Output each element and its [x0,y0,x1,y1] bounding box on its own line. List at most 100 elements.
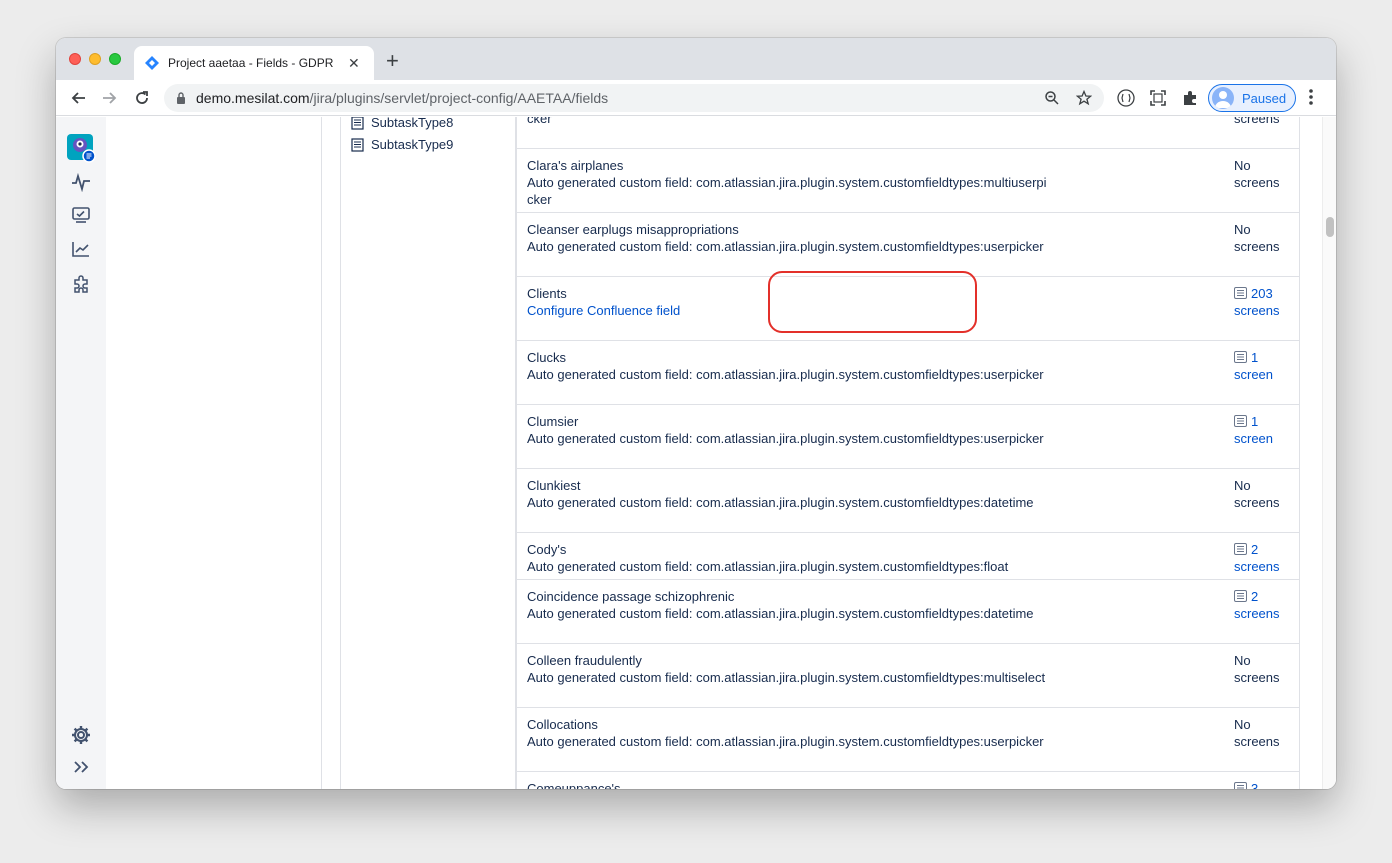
field-description: Auto generated custom field: com.atlassi… [527,670,1046,685]
back-button[interactable] [67,87,89,109]
new-tab-button[interactable]: + [386,50,399,72]
jira-favicon-icon [144,55,160,71]
field-name: Clumsier [527,414,579,429]
field-description: Auto generated custom field: com.atlassi… [527,734,1044,749]
bookmark-star-icon[interactable] [1075,89,1093,111]
maximize-window-button[interactable] [109,53,121,65]
field-description: Auto generated custom field: com.atlassi… [527,367,1044,382]
field-description: Auto generated custom field: com.atlassi… [527,431,1044,446]
field-row: Comeuppance's 3 [517,772,1299,789]
profile-button[interactable]: Paused [1208,84,1296,112]
browser-tab-active[interactable]: Project aaetaa - Fields - GDPR ✕ [134,46,374,80]
address-bar[interactable]: demo.mesilat.com/jira/plugins/servlet/pr… [164,84,1104,112]
field-screens: No screens [1234,717,1280,749]
field-description: Auto generated custom field: com.atlassi… [527,606,1034,621]
document-icon [351,117,364,130]
field-name: Clucks [527,350,567,365]
field-row: Collocations Auto generated custom field… [517,708,1299,772]
issue-type-item[interactable]: SubtaskType9 [351,137,453,152]
profile-status-label: Paused [1242,90,1287,106]
avatar-icon [1212,87,1234,109]
settings-gear-icon[interactable] [70,724,92,746]
field-name: Cleanser earplugs misappropriations [527,222,739,237]
issue-type-label: SubtaskType8 [371,117,454,130]
field-name: Coincidence passage schizophrenic [527,589,735,604]
field-row: Clara's airplanes Auto generated custom … [517,149,1299,213]
issue-type-label: SubtaskType9 [371,137,454,152]
extensions-puzzle-icon[interactable] [1180,88,1200,108]
addons-puzzle-icon[interactable] [70,273,92,295]
field-description: Auto generated custom field: com.atlassi… [527,495,1034,510]
field-screens-link[interactable]: 203 screens [1234,285,1294,319]
extension-circle-icon[interactable] [1116,88,1136,108]
tab-strip: Project aaetaa - Fields - GDPR ✕ + [56,38,1336,80]
forward-arrow-icon [103,92,117,104]
tab-title: Project aaetaa - Fields - GDPR [168,56,334,70]
field-screens-link[interactable]: 3 [1234,780,1294,789]
browser-menu-icon[interactable] [1308,88,1314,111]
board-icon[interactable] [70,204,92,226]
activity-pulse-icon[interactable] [70,171,92,193]
fields-main-area: SubtaskType8 SubtaskType9 Auto generated… [322,117,1322,789]
page-scrollbar[interactable] [1322,117,1336,789]
reload-icon [136,91,148,104]
field-screens: No screens [1234,222,1280,254]
field-screens-link[interactable]: 1 screen [1234,413,1294,447]
screen-icon [1234,415,1247,427]
issue-type-item[interactable]: SubtaskType8 [351,117,453,130]
field-row: Clucks Auto generated custom field: com.… [517,341,1299,405]
zoom-icon[interactable] [1044,90,1060,111]
forward-button[interactable] [99,87,121,109]
lock-icon [177,92,185,104]
browser-window: Project aaetaa - Fields - GDPR ✕ + demo.… [56,38,1336,789]
screen-icon [1234,543,1247,555]
field-description: Auto generated custom field: com.atlassi… [527,117,552,126]
field-name: Colleen fraudulently [527,653,642,668]
project-sidebar [106,117,322,789]
field-name: Comeuppance's [527,781,621,789]
document-icon [351,137,364,152]
field-row: Coincidence passage schizophrenic Auto g… [517,580,1299,644]
annotation-highlight-circle [768,271,977,333]
field-screens-link[interactable]: 1 screen [1234,349,1294,383]
screen-icon [1234,351,1247,363]
tab-close-icon[interactable]: ✕ [348,55,360,72]
field-screens-link[interactable]: 2 screens [1234,541,1294,575]
page-content: SubtaskType8 SubtaskType9 Auto generated… [56,117,1336,789]
screen-icon [1234,782,1247,789]
minimize-window-button[interactable] [89,53,101,65]
field-row: Cody's Auto generated custom field: com.… [517,533,1299,580]
field-row: Cleanser earplugs misappropriations Auto… [517,213,1299,277]
field-name: Cody's [527,542,567,557]
field-name: Collocations [527,717,598,732]
browser-toolbar: demo.mesilat.com/jira/plugins/servlet/pr… [56,80,1336,116]
field-screens: No screens [1234,158,1280,190]
expand-sidebar-icon[interactable] [70,756,92,778]
fields-table: Auto generated custom field: com.atlassi… [516,117,1300,789]
close-window-button[interactable] [69,53,81,65]
field-row: Auto generated custom field: com.atlassi… [517,117,1299,149]
field-description: Auto generated custom field: com.atlassi… [527,239,1044,254]
screen-icon [1234,590,1247,602]
field-row: Clunkiest Auto generated custom field: c… [517,469,1299,533]
screen-icon [1234,287,1247,299]
project-avatar-icon[interactable] [66,133,96,163]
screenshot-icon[interactable] [1148,88,1168,108]
back-arrow-icon [71,92,85,104]
field-description: Auto generated custom field: com.atlassi… [527,559,1009,574]
reload-button[interactable] [131,87,153,109]
field-row: Clumsier Auto generated custom field: co… [517,405,1299,469]
scrollbar-thumb[interactable] [1326,217,1334,237]
field-screens: No screens [1234,478,1280,510]
reports-chart-icon[interactable] [70,238,92,260]
jira-left-nav [56,117,106,789]
field-screens: No screens [1234,653,1280,685]
field-screens: screens [1234,117,1280,126]
field-row: Colleen fraudulently Auto generated cust… [517,644,1299,708]
field-name: Clara's airplanes [527,158,624,173]
url-text: demo.mesilat.com/jira/plugins/servlet/pr… [196,90,609,106]
field-name: Clunkiest [527,478,581,493]
field-description: Auto generated custom field: com.atlassi… [527,175,1047,207]
field-screens-link[interactable]: 2 screens [1234,588,1294,622]
issue-types-list: SubtaskType8 SubtaskType9 [340,117,516,789]
